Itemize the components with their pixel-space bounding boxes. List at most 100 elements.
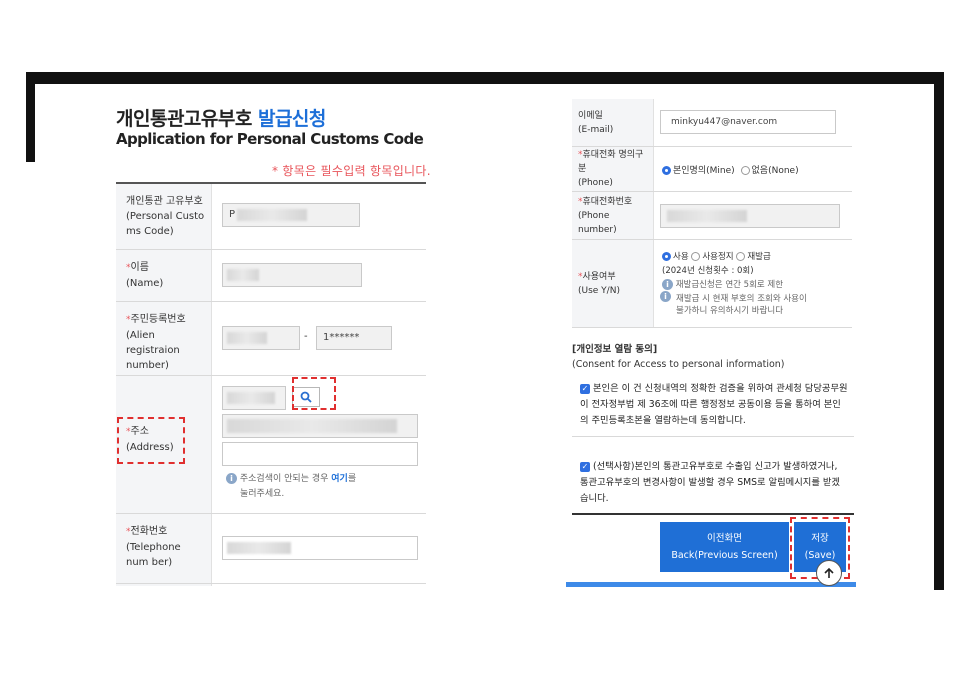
info-icon: i <box>662 279 673 290</box>
postcode-field[interactable] <box>222 386 286 410</box>
address-help-part: 주소검색이 안되는 경우 <box>239 474 332 484</box>
customs-code-value: P <box>229 209 236 220</box>
label-ko: 이메일 <box>578 110 603 121</box>
form-label: 개인통관 고유부호 (Personal Custo ms Code) <box>116 184 212 249</box>
form-label <box>116 584 212 586</box>
form-row-phone-owner: *휴대전화 명의구분 (Phone) 본인명의(Mine) 없음(None) <box>572 147 852 192</box>
application-form-left: 개인통관 고유부호 (Personal Custo ms Code) P *이름… <box>116 182 426 586</box>
reissue-warning-line2: 불가하니 유의하시기 바랍니다 <box>676 306 784 316</box>
address-detail-field[interactable] <box>222 442 418 466</box>
address-field[interactable] <box>222 414 418 438</box>
consent-checkbox-2[interactable]: ✓ <box>580 461 590 472</box>
form-row-phone-number: *휴대전화번호 (Phone number) <box>572 192 852 240</box>
back-button[interactable]: 이전화면 Back(Previous Screen) <box>660 522 789 572</box>
redacted-value <box>227 542 291 554</box>
radio-phone-none[interactable] <box>740 166 750 175</box>
redacted-value <box>237 209 307 221</box>
reissue-limit-note: 재발급신청은 연간 5회로 제한 <box>675 280 784 290</box>
consent-text-2: (선택사항)본인의 통관고유부호로 수출입 신고가 발생하였거나, 통관고유부호… <box>580 461 840 504</box>
screen-frame-left <box>26 72 35 162</box>
screen-frame-top <box>26 72 944 84</box>
label-ko: 주민등록번호 <box>130 314 186 325</box>
redacted-value <box>227 332 267 344</box>
consent-heading: [개인정보 열람 동의] (Consent for Access to pers… <box>572 342 785 372</box>
consent-heading-ko: [개인정보 열람 동의] <box>572 344 658 355</box>
label-en: (Telephone num ber) <box>126 542 181 568</box>
radio-reissue[interactable] <box>736 252 746 261</box>
form-label: 이메일 (E-mail) <box>572 99 654 146</box>
label-ko: 전화번호 <box>130 526 168 537</box>
form-row-name: *이름 (Name) <box>116 250 426 302</box>
resident-number-back-value: 1****** <box>323 332 360 343</box>
label-en: (Use Y/N) <box>578 285 620 296</box>
resident-number-separator: - <box>304 331 308 342</box>
page-subtitle: Application for Personal Customs Code <box>116 130 424 148</box>
form-row-telephone: *전화번호 (Telephone num ber) <box>116 514 426 584</box>
form-row-use-yn: *사용여부 (Use Y/N) 사용 사용정지 재발급 (2024년 신청횟수 … <box>572 240 852 328</box>
back-button-label-en: Back(Previous Screen) <box>671 550 778 561</box>
page-title-main: 개인통관고유부호 <box>116 108 252 130</box>
radio-label: 없음(None) <box>751 166 799 176</box>
form-label: *사용여부 (Use Y/N) <box>572 240 654 327</box>
label-en: (Personal Custo ms Code) <box>126 211 205 237</box>
highlight-search-button <box>292 377 336 410</box>
radio-label: 사용정지 <box>702 252 734 262</box>
screen-frame-right <box>934 72 944 590</box>
customs-code-field[interactable]: P <box>222 203 360 227</box>
name-field[interactable] <box>222 263 362 287</box>
consent-optional: ✓ (선택사항)본인의 통관고유부호로 수출입 신고가 발생하였거나, 통관고유부… <box>580 459 848 507</box>
phone-number-field[interactable] <box>660 204 840 228</box>
label-ko: 사용여부 <box>582 271 616 282</box>
radio-label: 본인명의(Mine) <box>673 166 735 176</box>
email-field[interactable]: minkyu447@naver.com <box>660 110 836 134</box>
radio-phone-mine[interactable] <box>662 166 671 175</box>
form-label: *휴대전화 명의구분 (Phone) <box>572 147 654 191</box>
resident-number-back-field[interactable]: 1****** <box>316 326 392 350</box>
form-label: *휴대전화번호 (Phone number) <box>572 192 654 239</box>
divider <box>572 513 854 515</box>
form-row-resident-number: *주민등록번호 (Alien registraion number) - 1**… <box>116 302 426 376</box>
radio-label: 재발급 <box>747 252 771 262</box>
label-ko: 이름 <box>130 262 149 273</box>
radio-suspend[interactable] <box>691 252 701 261</box>
form-row-customs-code: 개인통관 고유부호 (Personal Custo ms Code) P <box>116 184 426 250</box>
form-label: *이름 (Name) <box>116 250 212 301</box>
form-row-email: 이메일 (E-mail) minkyu447@naver.com <box>572 99 852 147</box>
info-icon: i <box>226 473 237 484</box>
bottom-accent-bar <box>566 582 856 587</box>
address-help-line2: 눌러주세요. <box>240 489 285 499</box>
redacted-value <box>667 210 747 222</box>
arrow-up-icon <box>824 567 834 578</box>
page-title-accent: 발급신청 <box>257 108 326 130</box>
radio-use[interactable] <box>662 252 671 261</box>
back-button-label-ko: 이전화면 <box>707 533 742 544</box>
redacted-value <box>227 269 259 281</box>
label-en: (Phone) <box>578 178 613 188</box>
address-help-part: 를 <box>347 474 357 484</box>
divider <box>572 436 854 437</box>
highlight-address-label <box>117 417 185 464</box>
required-note: * 항목은 필수입력 항목입니다. <box>272 164 431 178</box>
resident-number-front-field[interactable] <box>222 326 300 350</box>
address-manual-link[interactable]: 여기 <box>331 474 348 484</box>
form-label: *전화번호 (Telephone num ber) <box>116 514 212 583</box>
consent-checkbox-1[interactable]: ✓ <box>580 383 590 394</box>
label-en: (Alien registraion number) <box>126 330 180 371</box>
redacted-value <box>227 392 275 404</box>
label-ko: 휴대전화번호 <box>582 196 633 207</box>
info-icon: i <box>660 291 671 302</box>
page-title: 개인통관고유부호 발급신청 <box>116 104 326 131</box>
radio-label: 사용 <box>673 252 689 262</box>
reissue-count-note: (2024년 신청횟수 : 0회) <box>662 266 754 276</box>
label-en: (Name) <box>126 278 164 289</box>
address-help-text: i 주소검색이 안되는 경우 여기를 눌러주세요. <box>226 472 356 502</box>
consent-required: ✓ 본인은 이 건 신청내역의 정확한 검증을 위하여 관세청 담당공무원이 전자… <box>580 381 848 429</box>
label-en: (E-mail) <box>578 124 614 135</box>
email-value: minkyu447@naver.com <box>671 117 778 127</box>
consent-heading-en: (Consent for Access to personal informat… <box>572 359 785 370</box>
label-ko: 휴대전화 명의구분 <box>578 150 644 174</box>
telephone-field[interactable] <box>222 536 418 560</box>
consent-text-1: 본인은 이 건 신청내역의 정확한 검증을 위하여 관세청 담당공무원이 전자정… <box>580 383 848 426</box>
redacted-value <box>227 419 397 433</box>
scroll-to-top-button[interactable] <box>816 560 842 586</box>
